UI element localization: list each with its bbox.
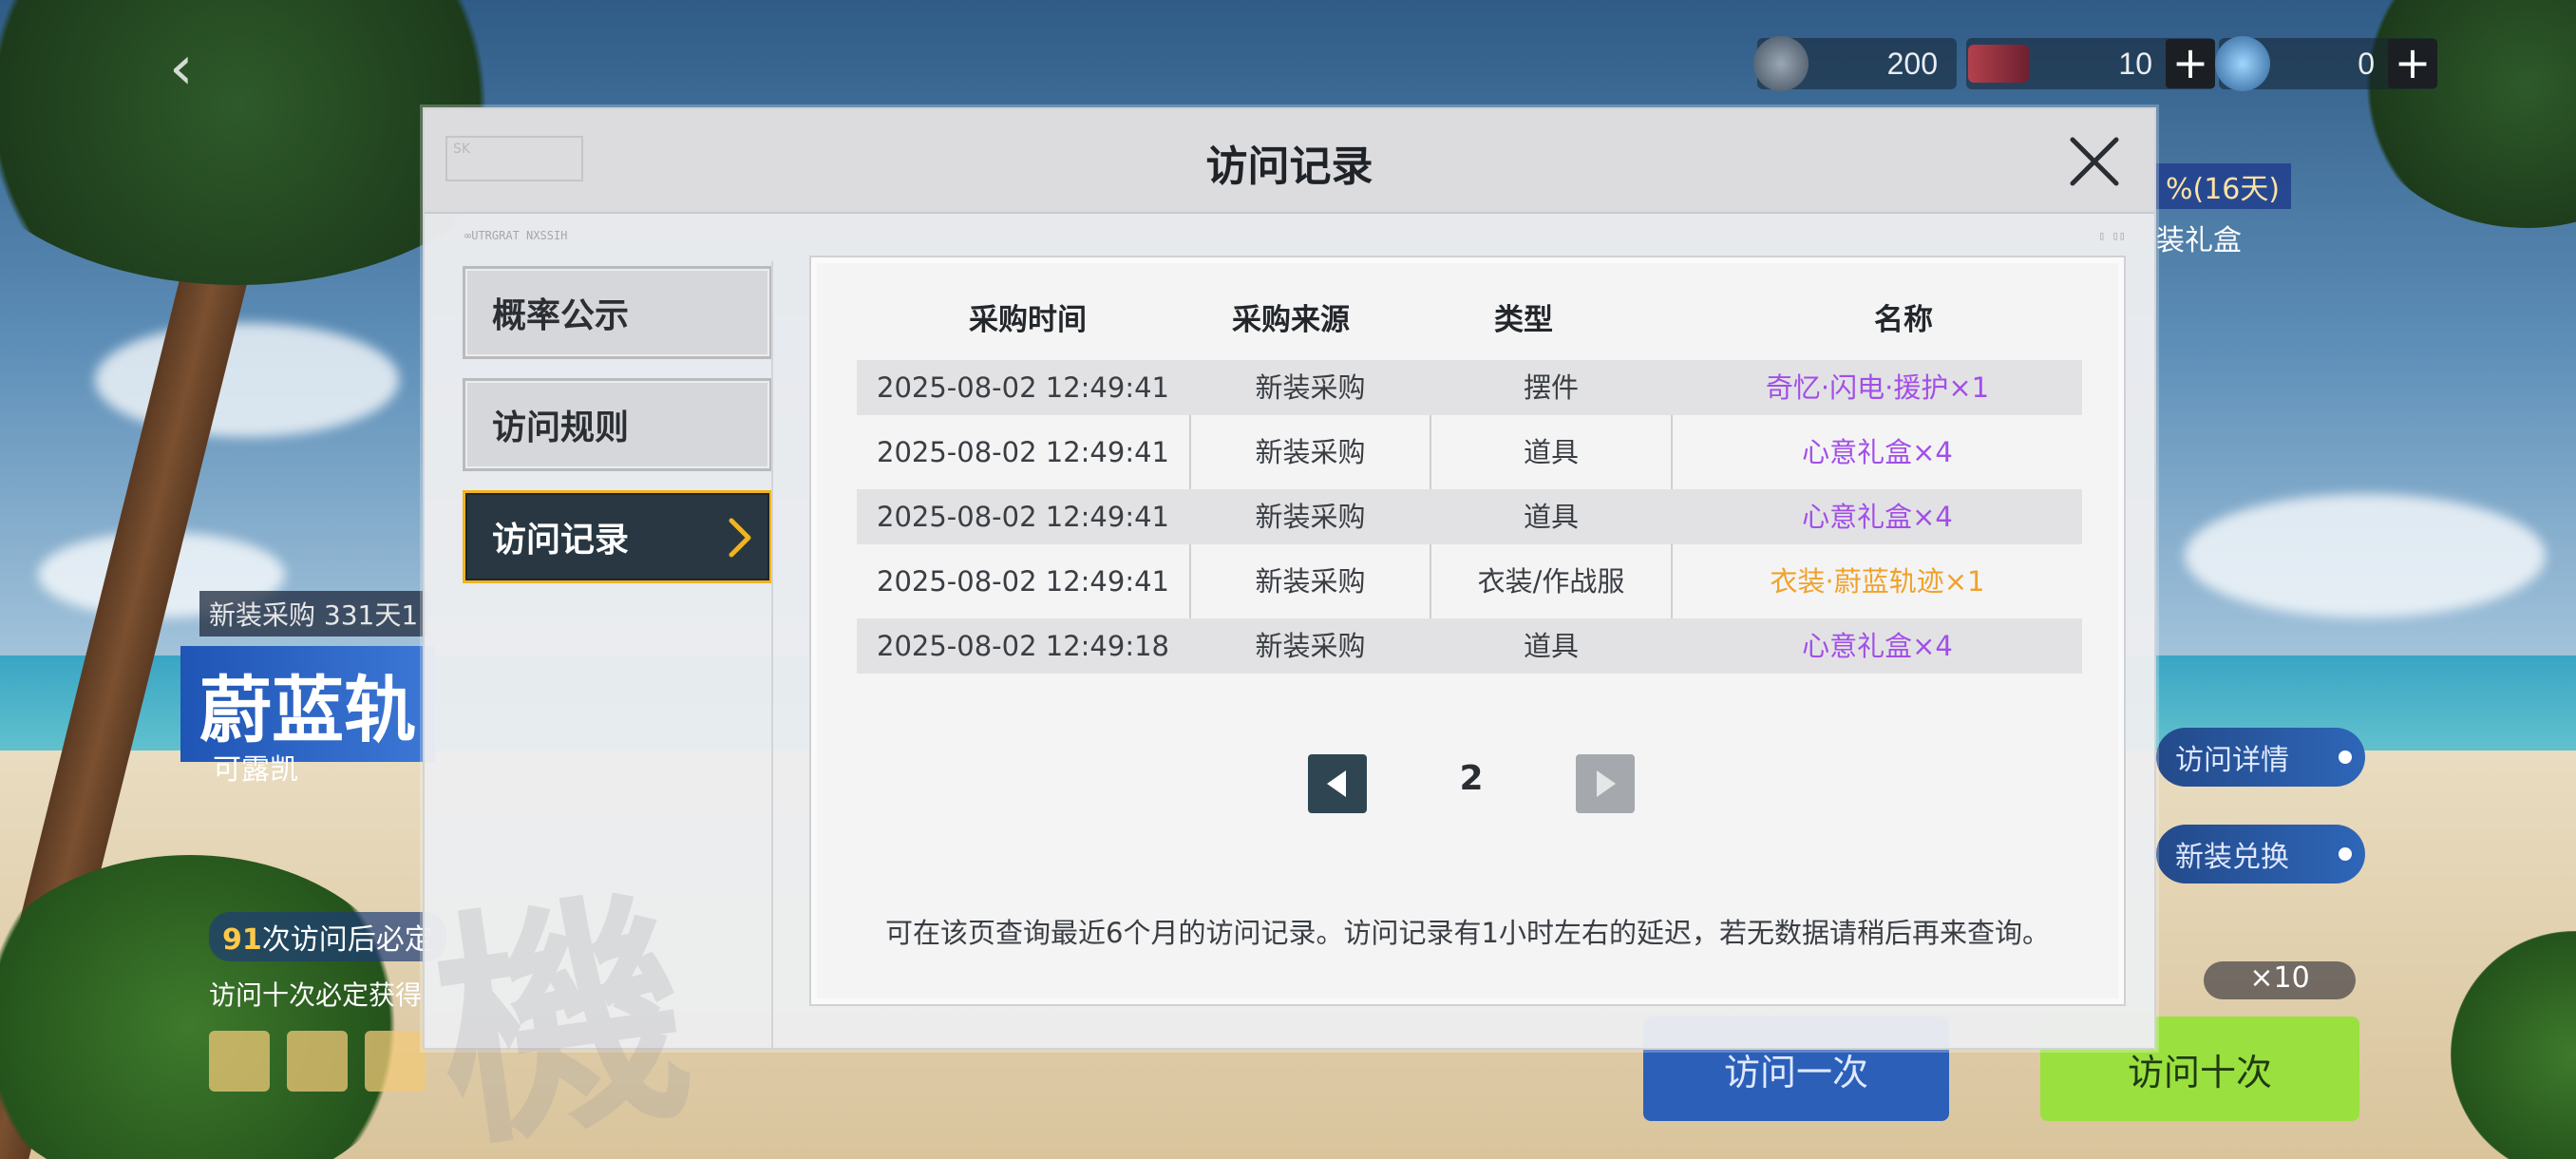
box-icon[interactable]: [209, 1031, 270, 1092]
close-icon[interactable]: [2065, 132, 2124, 191]
table-row: 2025-08-02 12:49:18 新装采购 道具 心意礼盒×4: [857, 618, 2082, 674]
table-row: 2025-08-02 12:49:41 新装采购 衣装/作战服 衣装·蔚蓝轨迹×…: [877, 565, 1985, 598]
records-modal: SK 访问记录 ∞UTRGRAT NXSSIH ▯ ▯▯ 概率公示 访问规则 访…: [420, 107, 2156, 1159]
currency-token: 200: [1753, 36, 1957, 91]
video-icon[interactable]: [365, 1031, 426, 1092]
deco-text: ▯ ▯▯: [2098, 229, 2126, 242]
menu-item-probability[interactable]: 概率公示: [463, 266, 772, 359]
banner-subtitle: 可露凯: [213, 753, 298, 787]
records-note: 可在该页查询最近6个月的访问记录。访问记录有1小时左右的延迟，若无数据请稍后再来…: [885, 917, 2050, 949]
column-header-name: 名称: [1874, 303, 1933, 337]
table-row: 2025-08-02 12:49:41 新装采购 道具 心意礼盒×4: [857, 489, 2082, 544]
chevron-right-icon: [729, 518, 751, 558]
back-arrow-icon[interactable]: ‹: [169, 38, 213, 99]
modal-header: SK 访问记录: [425, 109, 2154, 214]
watermark-glyph: 機: [420, 862, 706, 1159]
banner-tag: 新装采购 331天1: [199, 591, 428, 636]
banner-note: 访问十次必定获得: [209, 979, 423, 1011]
multiplier-label: ×10: [2204, 961, 2356, 999]
column-header-type: 类型: [1494, 303, 1553, 337]
promo-sub: 装礼盒: [2156, 224, 2242, 257]
modal-title: 访问记录: [1205, 142, 1373, 191]
pity-counter: 91次访问后必定: [209, 912, 446, 961]
menu-divider: [771, 261, 773, 1050]
records-table: 2025-08-02 12:49:41 新装采购 摆件 奇忆·闪电·援护×1 2…: [857, 360, 2082, 683]
currency-ticket: 10 +: [1966, 38, 2215, 89]
current-page-number: 2: [1459, 759, 1484, 798]
records-panel: 采购时间 采购来源 类型 名称 2025-08-02 12:49:41 新装采购…: [809, 256, 2126, 1006]
banner-tool-icons: [209, 1031, 426, 1092]
visit-details-button[interactable]: 访问详情: [2156, 728, 2365, 787]
table-row: 2025-08-02 12:49:41 新装采购 摆件 奇忆·闪电·援护×1: [857, 360, 2082, 415]
previous-page-button[interactable]: [1308, 754, 1367, 813]
ticket-icon: [1968, 45, 2029, 83]
add-gem-button[interactable]: +: [2388, 39, 2437, 88]
column-header-source: 采购来源: [1232, 303, 1350, 337]
deco-text: ∞UTRGRAT NXSSIH: [464, 229, 568, 242]
gem-icon: [2215, 36, 2270, 91]
menu-item-rules[interactable]: 访问规则: [463, 378, 772, 471]
side-menu: 概率公示 访问规则 访问记录: [463, 266, 772, 602]
add-ticket-button[interactable]: +: [2166, 39, 2215, 88]
next-page-button[interactable]: [1576, 754, 1635, 813]
exchange-button[interactable]: 新装兑换: [2156, 825, 2365, 884]
currency-gem: 0 +: [2215, 36, 2437, 91]
menu-item-records[interactable]: 访问记录: [463, 490, 772, 583]
table-row: 2025-08-02 12:49:41 新装采购 道具 心意礼盒×4: [877, 436, 1953, 468]
zoom-icon[interactable]: [287, 1031, 348, 1092]
token-coin-icon: [1753, 36, 1809, 91]
promo-label: %(16天): [2154, 163, 2292, 209]
triangle-right-icon: [1597, 770, 1616, 797]
banner-title: 蔚蓝轨: [180, 646, 435, 762]
triangle-left-icon: [1327, 770, 1346, 797]
column-header-time: 采购时间: [969, 303, 1087, 337]
